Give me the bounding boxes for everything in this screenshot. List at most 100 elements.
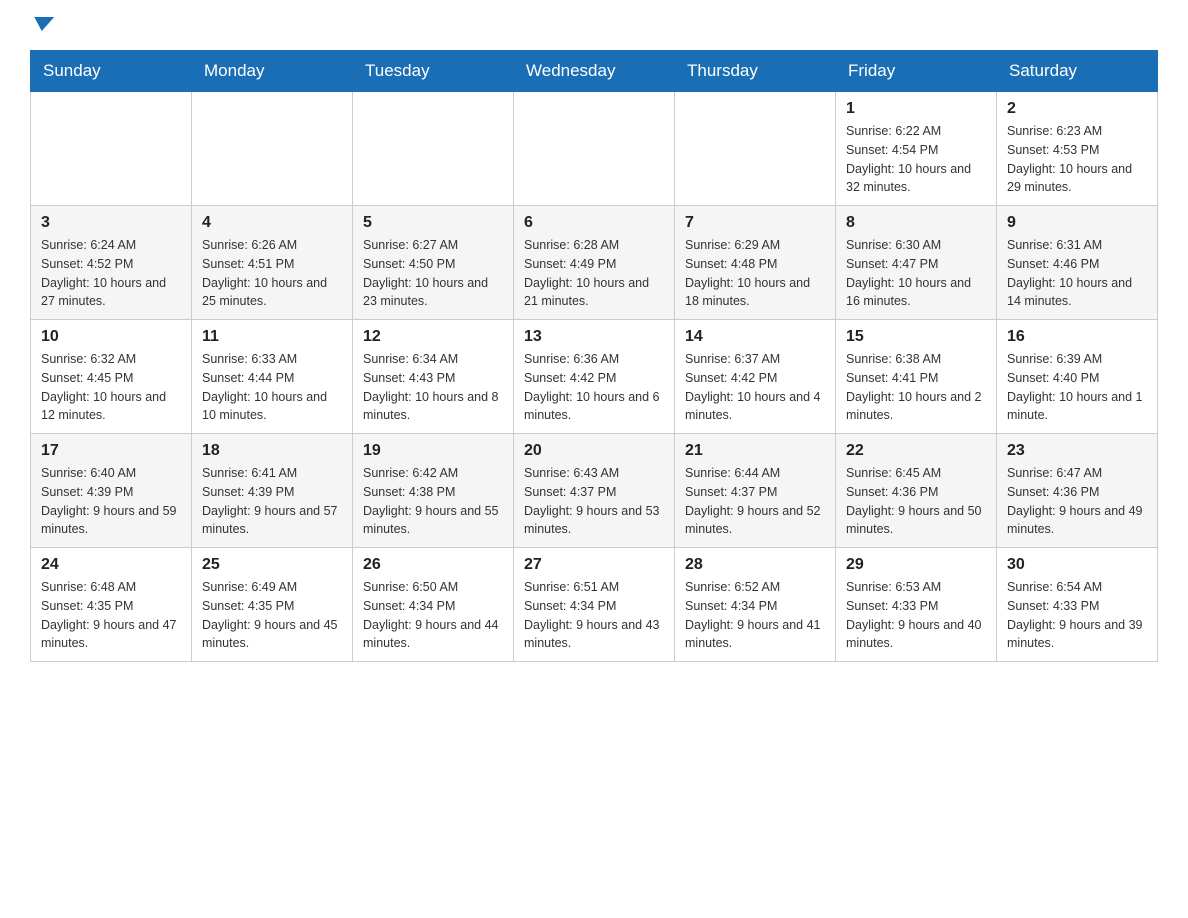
calendar-cell: 10 Sunrise: 6:32 AM Sunset: 4:45 PM Dayli…	[31, 320, 192, 434]
calendar-cell: 24 Sunrise: 6:48 AM Sunset: 4:35 PM Dayli…	[31, 548, 192, 662]
day-number: 16	[1007, 328, 1147, 346]
day-info: Sunrise: 6:38 AM Sunset: 4:41 PM Dayligh…	[846, 350, 986, 425]
calendar-cell: 12Sunrise: 6:34 AM Sunset: 4:43 PM Dayli…	[353, 320, 514, 434]
day-info: Sunrise: 6:23 AM Sunset: 4:53 PM Dayligh…	[1007, 122, 1147, 197]
day-info: Sunrise: 6:48 AM Sunset: 4:35 PM Dayligh…	[41, 578, 181, 653]
calendar-cell: 2 Sunrise: 6:23 AM Sunset: 4:53 PM Daylig…	[997, 92, 1158, 206]
calendar-cell: 19 Sunrise: 6:42 AM Sunset: 4:38 PM Dayli…	[353, 434, 514, 548]
day-info: Sunrise: 6:52 AM Sunset: 4:34 PM Dayligh…	[685, 578, 825, 653]
calendar-cell: 21 Sunrise: 6:44 AM Sunset: 4:37 PM Dayli…	[675, 434, 836, 548]
day-number: 22	[846, 442, 986, 460]
day-number: 14	[685, 328, 825, 346]
day-info: Sunrise: 6:37 AM Sunset: 4:42 PM Dayligh…	[685, 350, 825, 425]
day-number: 21	[685, 442, 825, 460]
day-number: 1	[846, 100, 986, 118]
weekday-header-tuesday: Tuesday	[353, 51, 514, 92]
calendar-cell	[353, 92, 514, 206]
day-number: 15	[846, 328, 986, 346]
day-info: Sunrise: 6:28 AM Sunset: 4:49 PM Dayligh…	[524, 236, 664, 311]
calendar-cell: 17 Sunrise: 6:40 AM Sunset: 4:39 PM Dayli…	[31, 434, 192, 548]
calendar-cell	[31, 92, 192, 206]
day-number: 24	[41, 556, 181, 574]
day-info: Sunrise: 6:39 AM Sunset: 4:40 PM Dayligh…	[1007, 350, 1147, 425]
calendar-cell: 28 Sunrise: 6:52 AM Sunset: 4:34 PM Dayli…	[675, 548, 836, 662]
day-number: 5	[363, 214, 503, 232]
day-info: Sunrise: 6:36 AM Sunset: 4:42 PM Dayligh…	[524, 350, 664, 425]
day-info: Sunrise: 6:33 AM Sunset: 4:44 PM Dayligh…	[202, 350, 342, 425]
calendar-cell: 14 Sunrise: 6:37 AM Sunset: 4:42 PM Dayli…	[675, 320, 836, 434]
calendar-cell: 11 Sunrise: 6:33 AM Sunset: 4:44 PM Dayli…	[192, 320, 353, 434]
day-number: 19	[363, 442, 503, 460]
page-header	[30, 20, 1158, 34]
day-info: Sunrise: 6:50 AM Sunset: 4:34 PM Dayligh…	[363, 578, 503, 653]
day-number: 28	[685, 556, 825, 574]
day-info: Sunrise: 6:51 AM Sunset: 4:34 PM Dayligh…	[524, 578, 664, 653]
day-info: Sunrise: 6:26 AM Sunset: 4:51 PM Dayligh…	[202, 236, 342, 311]
day-info: Sunrise: 6:44 AM Sunset: 4:37 PM Dayligh…	[685, 464, 825, 539]
calendar-cell: 6 Sunrise: 6:28 AM Sunset: 4:49 PM Daylig…	[514, 206, 675, 320]
day-info: Sunrise: 6:40 AM Sunset: 4:39 PM Dayligh…	[41, 464, 181, 539]
day-info: Sunrise: 6:49 AM Sunset: 4:35 PM Dayligh…	[202, 578, 342, 653]
weekday-header-row: SundayMondayTuesdayWednesdayThursdayFrid…	[31, 51, 1158, 92]
day-number: 26	[363, 556, 503, 574]
calendar-week-4: 17 Sunrise: 6:40 AM Sunset: 4:39 PM Dayli…	[31, 434, 1158, 548]
calendar-cell: 13 Sunrise: 6:36 AM Sunset: 4:42 PM Dayli…	[514, 320, 675, 434]
day-number: 20	[524, 442, 664, 460]
day-info: Sunrise: 6:32 AM Sunset: 4:45 PM Dayligh…	[41, 350, 181, 425]
day-number: 8	[846, 214, 986, 232]
day-info: Sunrise: 6:31 AM Sunset: 4:46 PM Dayligh…	[1007, 236, 1147, 311]
calendar-cell: 4 Sunrise: 6:26 AM Sunset: 4:51 PM Daylig…	[192, 206, 353, 320]
day-number: 10	[41, 328, 181, 346]
calendar-cell: 5 Sunrise: 6:27 AM Sunset: 4:50 PM Daylig…	[353, 206, 514, 320]
day-info: Sunrise: 6:47 AM Sunset: 4:36 PM Dayligh…	[1007, 464, 1147, 539]
logo	[30, 20, 53, 34]
calendar-cell	[192, 92, 353, 206]
weekday-header-sunday: Sunday	[31, 51, 192, 92]
calendar-cell: 22 Sunrise: 6:45 AM Sunset: 4:36 PM Dayli…	[836, 434, 997, 548]
day-number: 30	[1007, 556, 1147, 574]
calendar-cell: 9 Sunrise: 6:31 AM Sunset: 4:46 PM Daylig…	[997, 206, 1158, 320]
day-info: Sunrise: 6:42 AM Sunset: 4:38 PM Dayligh…	[363, 464, 503, 539]
day-info: Sunrise: 6:45 AM Sunset: 4:36 PM Dayligh…	[846, 464, 986, 539]
day-number: 6	[524, 214, 664, 232]
calendar-cell: 20 Sunrise: 6:43 AM Sunset: 4:37 PM Dayli…	[514, 434, 675, 548]
calendar-cell	[514, 92, 675, 206]
calendar-cell	[675, 92, 836, 206]
day-info: Sunrise: 6:29 AM Sunset: 4:48 PM Dayligh…	[685, 236, 825, 311]
weekday-header-wednesday: Wednesday	[514, 51, 675, 92]
calendar-cell: 7 Sunrise: 6:29 AM Sunset: 4:48 PM Daylig…	[675, 206, 836, 320]
calendar-table: SundayMondayTuesdayWednesdayThursdayFrid…	[30, 50, 1158, 662]
day-info: Sunrise: 6:27 AM Sunset: 4:50 PM Dayligh…	[363, 236, 503, 311]
logo-arrow-icon	[32, 17, 54, 31]
day-info: Sunrise: 6:30 AM Sunset: 4:47 PM Dayligh…	[846, 236, 986, 311]
day-number: 7	[685, 214, 825, 232]
day-info: Sunrise: 6:54 AM Sunset: 4:33 PM Dayligh…	[1007, 578, 1147, 653]
day-number: 9	[1007, 214, 1147, 232]
calendar-cell: 25Sunrise: 6:49 AM Sunset: 4:35 PM Dayli…	[192, 548, 353, 662]
calendar-cell: 18Sunrise: 6:41 AM Sunset: 4:39 PM Dayli…	[192, 434, 353, 548]
calendar-week-1: 1Sunrise: 6:22 AM Sunset: 4:54 PM Daylig…	[31, 92, 1158, 206]
day-info: Sunrise: 6:43 AM Sunset: 4:37 PM Dayligh…	[524, 464, 664, 539]
calendar-week-5: 24 Sunrise: 6:48 AM Sunset: 4:35 PM Dayli…	[31, 548, 1158, 662]
day-number: 3	[41, 214, 181, 232]
day-number: 4	[202, 214, 342, 232]
day-number: 13	[524, 328, 664, 346]
calendar-cell: 27Sunrise: 6:51 AM Sunset: 4:34 PM Dayli…	[514, 548, 675, 662]
day-number: 2	[1007, 100, 1147, 118]
day-info: Sunrise: 6:53 AM Sunset: 4:33 PM Dayligh…	[846, 578, 986, 653]
calendar-cell: 30 Sunrise: 6:54 AM Sunset: 4:33 PM Dayli…	[997, 548, 1158, 662]
calendar-cell: 8 Sunrise: 6:30 AM Sunset: 4:47 PM Daylig…	[836, 206, 997, 320]
calendar-cell: 16 Sunrise: 6:39 AM Sunset: 4:40 PM Dayli…	[997, 320, 1158, 434]
day-number: 23	[1007, 442, 1147, 460]
day-number: 11	[202, 328, 342, 346]
day-info: Sunrise: 6:34 AM Sunset: 4:43 PM Dayligh…	[363, 350, 503, 425]
day-number: 17	[41, 442, 181, 460]
calendar-cell: 3Sunrise: 6:24 AM Sunset: 4:52 PM Daylig…	[31, 206, 192, 320]
weekday-header-friday: Friday	[836, 51, 997, 92]
calendar-cell: 23 Sunrise: 6:47 AM Sunset: 4:36 PM Dayli…	[997, 434, 1158, 548]
calendar-week-3: 10 Sunrise: 6:32 AM Sunset: 4:45 PM Dayli…	[31, 320, 1158, 434]
calendar-cell: 1Sunrise: 6:22 AM Sunset: 4:54 PM Daylig…	[836, 92, 997, 206]
day-info: Sunrise: 6:41 AM Sunset: 4:39 PM Dayligh…	[202, 464, 342, 539]
weekday-header-monday: Monday	[192, 51, 353, 92]
calendar-cell: 26 Sunrise: 6:50 AM Sunset: 4:34 PM Dayli…	[353, 548, 514, 662]
